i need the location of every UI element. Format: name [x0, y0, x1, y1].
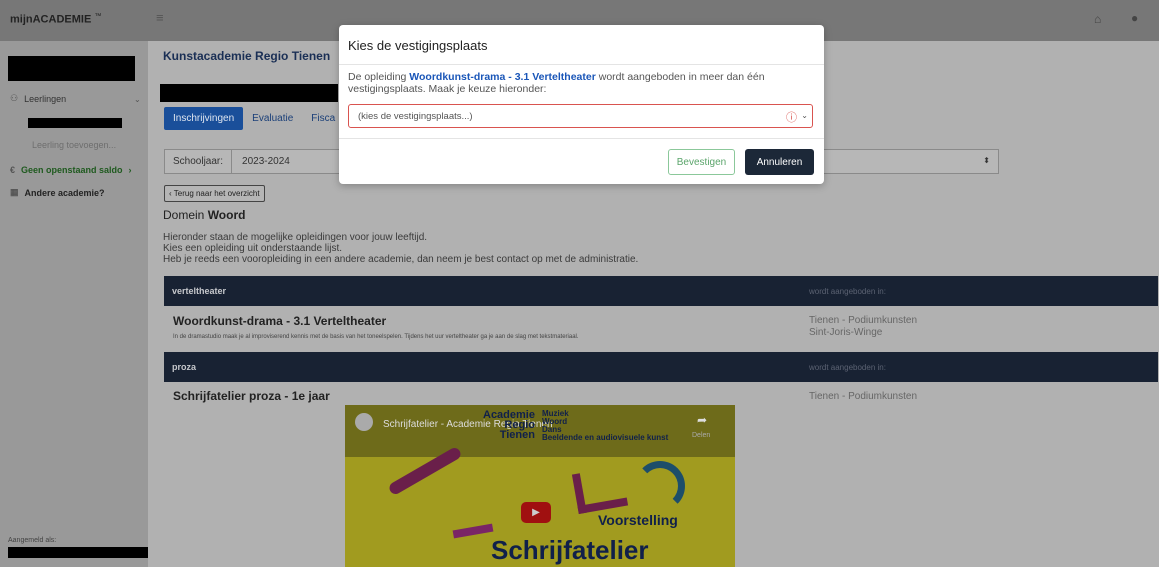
decorative-shape [635, 461, 685, 511]
video-header [345, 405, 735, 457]
divider [339, 138, 824, 139]
logged-in-label: Aangemeld als: [8, 537, 57, 544]
brand-logo[interactable]: mijnACADEMIE ™ [10, 13, 101, 26]
intro-text: Hieronder staan de mogelijke opleidingen… [163, 232, 639, 265]
cancel-button[interactable]: Annuleren [745, 149, 814, 175]
sidebar: ⚇ Leerlingen ⌄ Leerling toevoegen... € G… [0, 41, 148, 567]
course-description: In de dramastudio maak je al improvisere… [173, 334, 579, 340]
course-title[interactable]: Schrijfatelier proza - 1e jaar [173, 389, 330, 403]
performance-label: Voorstelling [598, 512, 678, 528]
course-title[interactable]: Woordkunst-drama - 3.1 Verteltheater [173, 314, 386, 328]
video-embed[interactable]: Schrijfatelier - Academie Regio Tienen A… [345, 405, 735, 567]
modal-title: Kies de vestigingsplaats [348, 38, 488, 53]
school-year-label: Schooljaar: [165, 150, 233, 173]
home-icon[interactable]: ⌂ [1094, 12, 1101, 26]
share-label[interactable]: Delen [692, 432, 710, 439]
decorative-shape [452, 523, 494, 539]
chevron-down-icon[interactable]: ⌄ [134, 95, 141, 104]
chevron-right-icon: › [128, 165, 132, 175]
share-icon[interactable]: ➦ [697, 413, 707, 427]
sidebar-item-add-student[interactable]: Leerling toevoegen... [32, 140, 116, 150]
school-year-value: 2023-2024 [242, 156, 290, 167]
sidebar-item-other-academy[interactable]: ▦ Andere academie? [10, 187, 105, 198]
hamburger-icon[interactable]: ≡ [156, 11, 170, 25]
users-icon: ⚇ [10, 93, 19, 103]
building-icon: ▦ [10, 187, 19, 197]
modal-message: De opleiding Woordkunst-drama - 3.1 Vert… [348, 71, 765, 95]
channel-avatar[interactable] [355, 413, 373, 431]
tab-fiscaal[interactable]: Fisca [302, 107, 344, 130]
redacted-block [8, 56, 135, 81]
user-icon[interactable]: ● [1131, 11, 1138, 25]
back-button[interactable]: ‹ Terug naar het overzicht [164, 185, 265, 202]
academy-title: Kunstacademie Regio Tienen [163, 49, 331, 63]
group-header-verteltheater: verteltheater wordt aangeboden in: [164, 276, 1158, 306]
sidebar-item-balance[interactable]: € Geen openstaand saldo › [10, 165, 132, 175]
tab-evaluatie[interactable]: Evaluatie [243, 107, 302, 130]
course-link[interactable]: Woordkunst-drama - 3.1 Verteltheater [409, 71, 596, 83]
academy-logo-text: Academie Regio Tienen [483, 409, 535, 441]
confirm-button[interactable]: Bevestigen [668, 149, 735, 175]
course-locations: Tienen - Podiumkunsten [809, 391, 918, 402]
error-icon: ⓘ [786, 112, 797, 124]
poster-title: Schrijfatelier [491, 535, 649, 565]
play-icon[interactable]: ▶ [521, 502, 551, 523]
sidebar-item-students[interactable]: ⚇ Leerlingen [10, 93, 66, 104]
redacted-student-name [160, 84, 338, 102]
divider [339, 64, 824, 65]
location-select[interactable]: (kies de vestigingsplaats...) ⓘ ⌄ [348, 104, 813, 128]
tab-inschrijvingen[interactable]: Inschrijvingen [164, 107, 244, 130]
discipline-list: Muziek Woord Dans Beeldende en audiovisu… [542, 409, 669, 442]
euro-icon: € [10, 165, 16, 175]
decorative-shape [571, 465, 629, 515]
select-caret-icon: ⬍ [983, 156, 990, 165]
chevron-down-icon: ⌄ [801, 111, 808, 120]
course-locations: Tienen - Podiumkunsten Sint-Joris-Winge [809, 315, 918, 338]
redacted-user [8, 547, 148, 558]
group-header-proza: proza wordt aangeboden in: [164, 352, 1158, 382]
redacted-student[interactable] [28, 118, 122, 128]
tabs: Inschrijvingen Evaluatie Fisca [164, 107, 344, 130]
location-modal: Kies de vestigingsplaats De opleiding Wo… [339, 25, 824, 184]
domain-title: Domein Woord [163, 208, 246, 222]
